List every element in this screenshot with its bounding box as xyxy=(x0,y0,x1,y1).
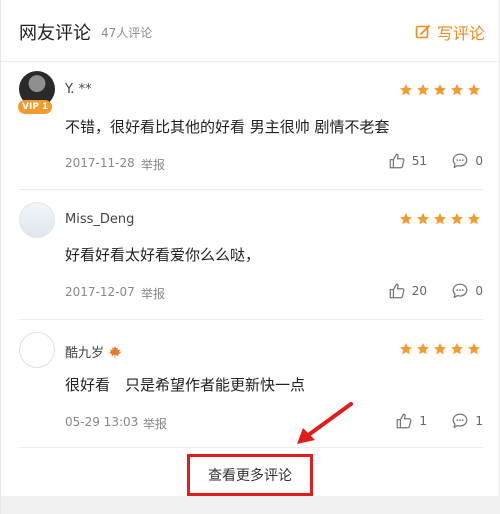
report-link[interactable]: 举报 xyxy=(143,415,167,432)
like-button[interactable]: 1 xyxy=(395,412,427,430)
comment-bubble-icon xyxy=(452,283,468,299)
comments-header: 网友评论 47人评论 写评论 xyxy=(1,0,500,62)
commenter-name: 酷九岁 xyxy=(65,346,105,361)
star-icon xyxy=(450,343,464,355)
star-icon xyxy=(467,343,481,355)
report-link[interactable]: 举报 xyxy=(141,156,165,173)
write-comment-label: 写评论 xyxy=(436,24,485,43)
thumbs-up-icon xyxy=(396,413,412,429)
like-button[interactable]: 51 xyxy=(388,152,427,170)
comment-date: 2017-11-28 xyxy=(65,156,135,170)
star-icon xyxy=(416,343,430,355)
comment-bubble-icon xyxy=(452,153,468,169)
comment-date: 05-29 13:03 xyxy=(65,415,139,429)
star-rating xyxy=(399,342,481,356)
comment-text: 不错，很好看比其他的好看 男主很帅 剧情不老套 xyxy=(65,118,390,136)
comment-text: 好看好看太好看爱你么么哒， xyxy=(65,246,261,264)
star-icon xyxy=(399,84,413,96)
comments-panel: 网友评论 47人评论 写评论 VIP 1 Y. ** 不错，很好看比其他的好看 … xyxy=(0,0,500,514)
comment-item: 酷九岁 很好看 只是希望作者能更新快一点 05-29 13:03 举报 1 1 xyxy=(19,320,483,448)
commenter-name[interactable]: Miss_Deng xyxy=(65,212,134,227)
reply-count: 0 xyxy=(475,284,483,298)
star-icon xyxy=(467,84,481,96)
edit-icon xyxy=(415,25,430,39)
avatar[interactable] xyxy=(19,332,55,368)
reply-count: 0 xyxy=(475,154,483,168)
vip-badge: VIP 1 xyxy=(18,100,53,114)
reply-count: 1 xyxy=(475,414,483,428)
star-icon xyxy=(416,213,430,225)
comment-text: 很好看 只是希望作者能更新快一点 xyxy=(65,376,306,394)
commenter-name-row[interactable]: 酷九岁 xyxy=(65,342,122,361)
like-count: 20 xyxy=(411,284,427,298)
star-icon xyxy=(399,213,413,225)
star-icon xyxy=(416,84,430,96)
star-icon xyxy=(450,213,464,225)
comment-item: Miss_Deng 好看好看太好看爱你么么哒， 2017-12-07 举报 20… xyxy=(19,190,483,320)
thumbs-up-icon xyxy=(389,153,405,169)
star-rating xyxy=(399,212,481,226)
view-more-comments-button[interactable]: 查看更多评论 xyxy=(187,454,313,496)
like-count: 1 xyxy=(419,414,427,428)
comment-item: VIP 1 Y. ** 不错，很好看比其他的好看 男主很帅 剧情不老套 2017… xyxy=(18,62,483,190)
section-title: 网友评论 xyxy=(19,23,91,44)
avatar[interactable] xyxy=(19,202,55,238)
thumbs-up-icon xyxy=(389,283,405,299)
reply-button[interactable]: 0 xyxy=(451,282,483,300)
star-icon xyxy=(433,213,447,225)
star-rating xyxy=(399,83,481,97)
bottom-divider xyxy=(1,496,500,514)
star-icon xyxy=(467,213,481,225)
maple-leaf-icon xyxy=(108,345,122,358)
reply-button[interactable]: 0 xyxy=(451,152,483,170)
star-icon xyxy=(433,343,447,355)
like-count: 51 xyxy=(411,154,427,168)
comment-count: 47人评论 xyxy=(101,26,153,40)
comment-date: 2017-12-07 xyxy=(65,285,135,299)
star-icon xyxy=(433,84,447,96)
reply-button[interactable]: 1 xyxy=(451,412,483,430)
star-icon xyxy=(450,84,464,96)
like-button[interactable]: 20 xyxy=(388,282,427,300)
report-link[interactable]: 举报 xyxy=(141,285,165,302)
view-more-label: 查看更多评论 xyxy=(208,468,292,484)
commenter-name[interactable]: Y. ** xyxy=(65,82,92,97)
write-comment-button[interactable]: 写评论 xyxy=(415,20,485,44)
star-icon xyxy=(399,343,413,355)
comment-bubble-icon xyxy=(452,413,468,429)
